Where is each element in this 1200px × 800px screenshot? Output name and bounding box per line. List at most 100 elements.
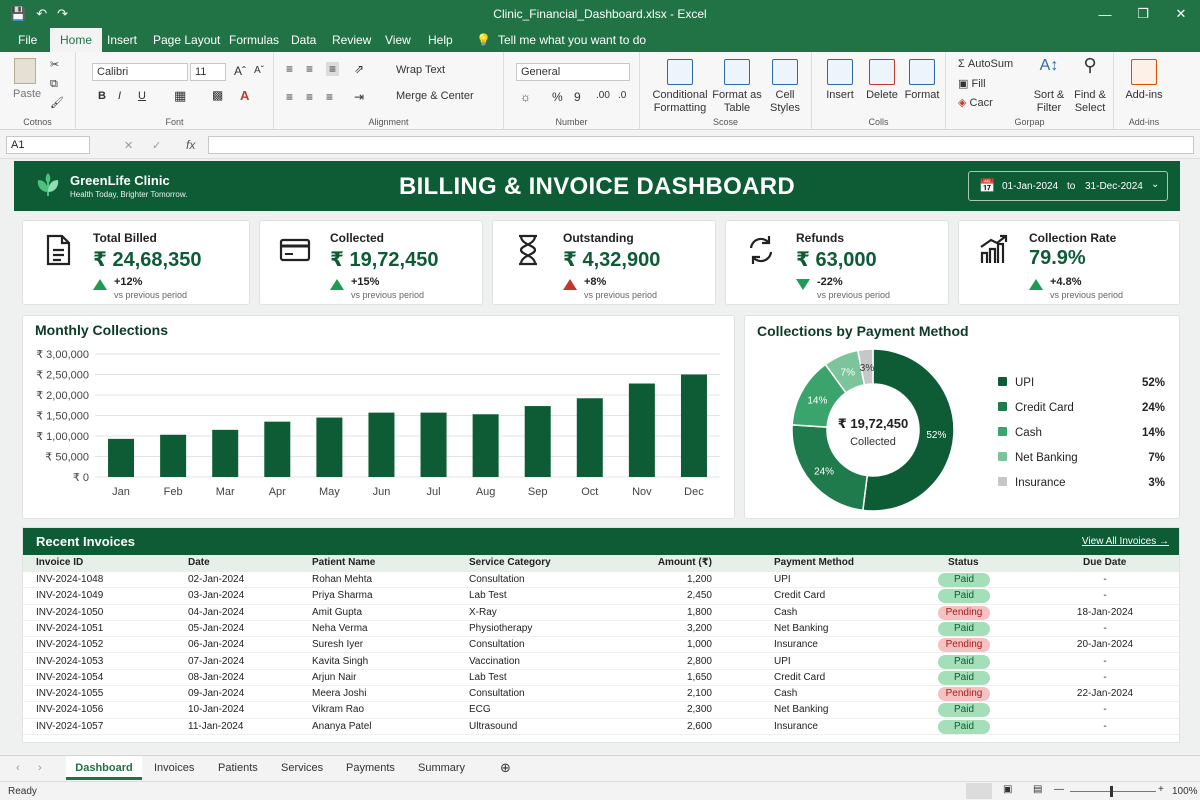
- underline-icon[interactable]: U: [138, 90, 146, 102]
- tab-help[interactable]: Help: [428, 33, 453, 47]
- scroll-left-icon[interactable]: ‹: [16, 762, 20, 774]
- minimize-icon[interactable]: —: [1086, 0, 1124, 28]
- function-icon[interactable]: fx: [186, 138, 195, 152]
- scroll-right-icon[interactable]: ›: [38, 762, 42, 774]
- close-icon[interactable]: ✕: [1162, 0, 1200, 28]
- paste-button[interactable]: Paste: [13, 88, 41, 100]
- tab-view[interactable]: View: [385, 33, 411, 47]
- format-as-table-button[interactable]: Format as Table: [712, 59, 762, 115]
- merge-center-button[interactable]: Merge & Center: [396, 90, 474, 102]
- paste-icon[interactable]: [14, 58, 36, 84]
- table-row[interactable]: INV-2024-1053 07-Jan-2024 Kavita Singh Vacc…: [23, 654, 1179, 670]
- normal-view-icon[interactable]: [966, 783, 992, 799]
- align-center-icon[interactable]: ≡: [306, 90, 313, 104]
- align-right-icon[interactable]: ≡: [326, 90, 333, 104]
- tab-review[interactable]: Review: [332, 33, 371, 47]
- increase-font-icon[interactable]: Aˆ: [234, 64, 246, 78]
- sheet-tab-payments[interactable]: Payments: [346, 762, 395, 774]
- tab-home[interactable]: Home: [50, 28, 103, 52]
- column-header[interactable]: Invoice ID: [36, 557, 83, 568]
- align-bottom-icon[interactable]: ≡: [326, 62, 340, 76]
- zoom-out-icon[interactable]: —: [1054, 784, 1064, 795]
- view-all-invoices-link[interactable]: View All Invoices →: [1082, 536, 1169, 547]
- font-color-icon[interactable]: A: [240, 88, 249, 103]
- clear-button[interactable]: ◈ Cacr: [958, 96, 993, 109]
- conditional-formatting-button[interactable]: Conditional Formatting: [650, 59, 710, 115]
- worksheet[interactable]: GreenLife Clinic Health Today, Brighter …: [0, 159, 1200, 755]
- table-row[interactable]: INV-2024-1054 08-Jan-2024 Arjun Nair Lab Te…: [23, 670, 1179, 687]
- table-row[interactable]: INV-2024-1048 02-Jan-2024 Rohan Mehta Consu…: [23, 572, 1179, 589]
- find-select-button[interactable]: ⚲ Find & Select: [1070, 56, 1110, 115]
- table-row[interactable]: INV-2024-1051 05-Jan-2024 Neha Verma Physio…: [23, 621, 1179, 638]
- column-header[interactable]: Patient Name: [312, 557, 375, 568]
- autosum-button[interactable]: Σ AutoSum: [958, 58, 1013, 70]
- decrease-font-icon[interactable]: Aˇ: [254, 65, 264, 76]
- format-cells-button[interactable]: Format: [902, 59, 942, 102]
- column-header[interactable]: Amount (₹): [658, 557, 712, 568]
- sheet-tab-dashboard[interactable]: Dashboard: [66, 756, 142, 780]
- sheet-tab-invoices[interactable]: Invoices: [154, 762, 194, 774]
- format-painter-icon[interactable]: 🖌: [50, 96, 64, 109]
- sheet-tab-patients[interactable]: Patients: [218, 762, 258, 774]
- align-left-icon[interactable]: ≡: [286, 90, 293, 104]
- tab-file[interactable]: File: [18, 33, 37, 47]
- zoom-slider-thumb[interactable]: [1110, 786, 1113, 797]
- column-header[interactable]: Payment Method: [774, 557, 854, 568]
- currency-icon[interactable]: ☼: [520, 90, 531, 104]
- table-row[interactable]: INV-2024-1057 11-Jan-2024 Ananya Patel Ultr…: [23, 719, 1179, 735]
- zoom-in-icon[interactable]: +: [1158, 784, 1164, 795]
- tab-formulas[interactable]: Formulas: [229, 33, 279, 47]
- page-break-view-icon[interactable]: ▤: [1033, 784, 1042, 795]
- table-row[interactable]: INV-2024-1049 03-Jan-2024 Priya Sharma Lab …: [23, 588, 1179, 605]
- font-name-select[interactable]: Calibri: [92, 63, 188, 81]
- font-size-select[interactable]: 11: [190, 63, 226, 81]
- cut-icon[interactable]: ✂: [50, 58, 59, 71]
- fill-color-icon[interactable]: ▩: [212, 88, 223, 102]
- insert-cells-button[interactable]: Insert: [820, 59, 860, 102]
- sheet-tab-services[interactable]: Services: [281, 762, 323, 774]
- zoom-slider[interactable]: [1070, 791, 1156, 792]
- fill-button[interactable]: ▣ Fill: [958, 77, 986, 90]
- copy-icon[interactable]: ⧉: [50, 78, 58, 91]
- cancel-icon[interactable]: ✕: [124, 139, 133, 152]
- tab-page-layout[interactable]: Page Layout: [153, 33, 220, 47]
- cell-styles-button[interactable]: Cell Styles: [764, 59, 806, 115]
- borders-icon[interactable]: ▦: [174, 88, 186, 104]
- sheet-tab-summary[interactable]: Summary: [418, 762, 465, 774]
- wrap-text-button[interactable]: Wrap Text: [396, 64, 445, 76]
- date-range-picker[interactable]: 📅 01-Jan-2024 to 31-Dec-2024 ⌄: [968, 171, 1168, 201]
- indent-icon[interactable]: ⇥: [354, 90, 364, 104]
- orientation-icon[interactable]: ⇗: [354, 62, 364, 76]
- delete-cells-button[interactable]: Delete: [862, 59, 902, 102]
- enter-icon[interactable]: ✓: [152, 139, 161, 152]
- table-row[interactable]: INV-2024-1056 10-Jan-2024 Vikram Rao ECG 2,3…: [23, 702, 1179, 719]
- tell-me-search[interactable]: Tell me what you want to do: [498, 33, 646, 47]
- column-header[interactable]: Service Category: [469, 557, 551, 568]
- table-row[interactable]: INV-2024-1050 04-Jan-2024 Amit Gupta X-Ray 1…: [23, 605, 1179, 621]
- number-format-select[interactable]: General: [516, 63, 630, 81]
- percent-icon[interactable]: %: [552, 90, 563, 104]
- tab-insert[interactable]: Insert: [107, 33, 137, 47]
- sort-filter-button[interactable]: A↕ Sort & Filter: [1030, 58, 1068, 115]
- align-middle-icon[interactable]: ≡: [306, 62, 313, 76]
- status-badge: Paid: [938, 589, 990, 604]
- name-box[interactable]: A1: [6, 136, 90, 154]
- column-header[interactable]: Date: [188, 557, 210, 568]
- date-from: 01-Jan-2024: [1002, 181, 1059, 192]
- table-row[interactable]: INV-2024-1055 09-Jan-2024 Meera Joshi Consu…: [23, 686, 1179, 703]
- bold-icon[interactable]: B: [98, 90, 106, 102]
- formula-input[interactable]: [208, 136, 1194, 154]
- add-sheet-icon[interactable]: ⊕: [500, 760, 511, 776]
- column-header[interactable]: Status: [948, 557, 979, 568]
- table-row[interactable]: INV-2024-1052 06-Jan-2024 Suresh Iyer Consu…: [23, 637, 1179, 654]
- italic-icon[interactable]: I: [118, 90, 121, 102]
- restore-icon[interactable]: ❐: [1124, 0, 1162, 28]
- column-header[interactable]: Due Date: [1083, 557, 1126, 568]
- increase-decimal-icon[interactable]: .00: [596, 90, 610, 101]
- align-top-icon[interactable]: ≡: [286, 62, 293, 76]
- decrease-decimal-icon[interactable]: .0: [618, 90, 626, 101]
- tab-data[interactable]: Data: [291, 33, 316, 47]
- addins-button[interactable]: Add-ins: [1120, 59, 1168, 102]
- comma-icon[interactable]: 9: [574, 90, 581, 104]
- page-layout-view-icon[interactable]: ▣: [1003, 784, 1012, 795]
